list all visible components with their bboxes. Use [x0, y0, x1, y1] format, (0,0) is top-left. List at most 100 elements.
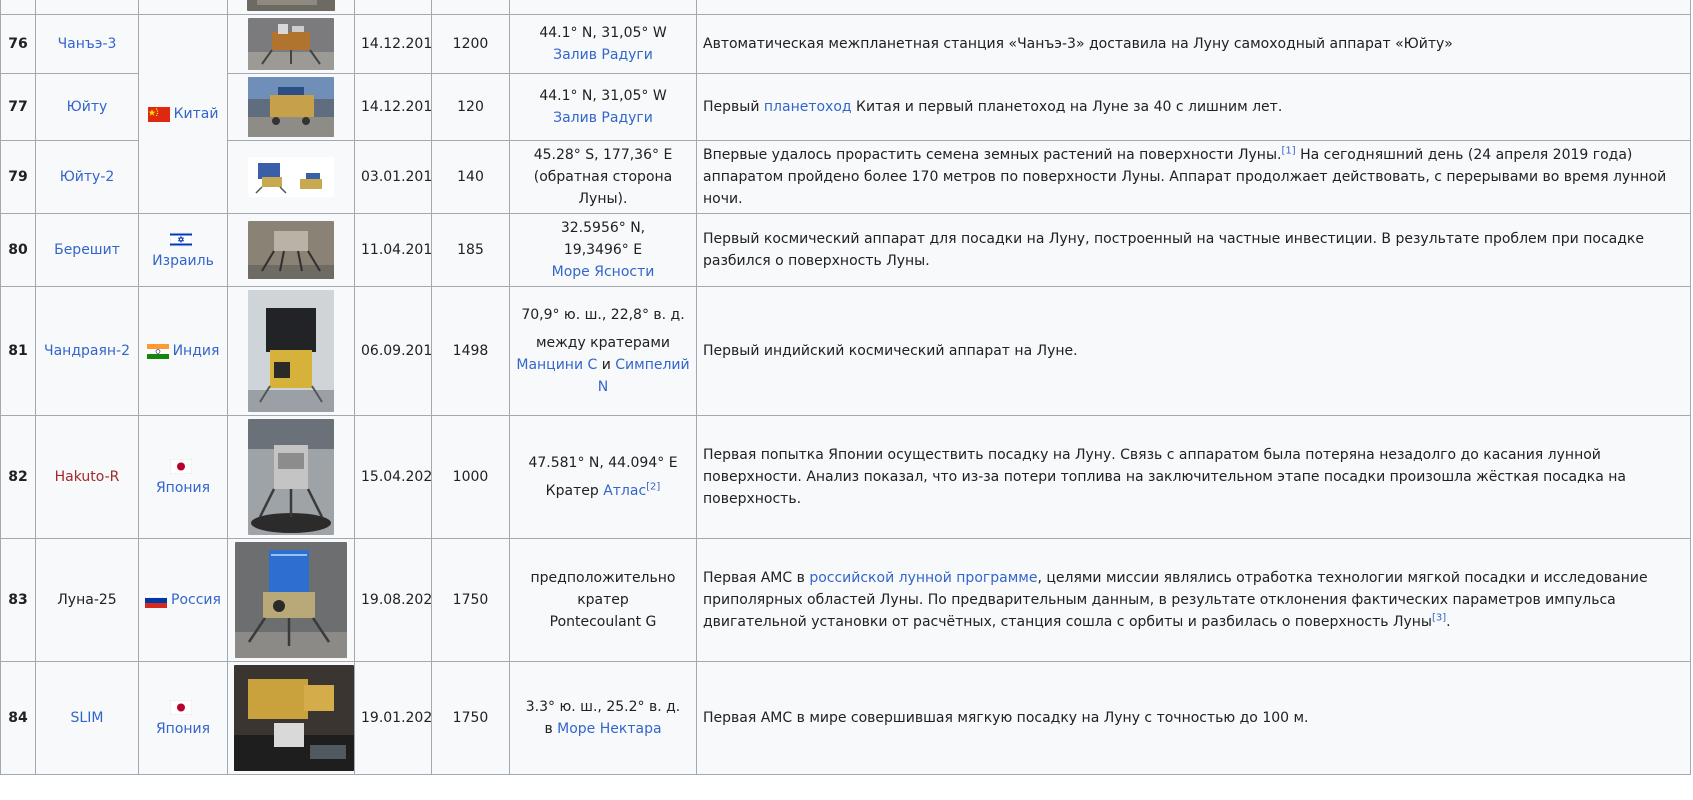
mission-image-cell: [227, 415, 355, 539]
launch-date: 03.01.2019: [354, 140, 432, 214]
launch-date: 14.12.2013: [354, 14, 432, 74]
mission-name-cell: Луна-25: [35, 538, 139, 662]
mission-name-cell: Юйту: [35, 73, 139, 141]
mission-photo[interactable]: [234, 665, 354, 771]
mission-image-cell: [227, 661, 355, 775]
mission-photo[interactable]: [248, 221, 334, 279]
place-link-sinus-iridum[interactable]: Залив Радуги: [553, 110, 653, 126]
mission-photo[interactable]: [248, 77, 334, 137]
table-row: 84 SLIM Япония 19.01.2024 1750 3.3° ю. ш…: [0, 661, 1691, 775]
mission-photo[interactable]: [248, 18, 334, 70]
china-flag-icon: [147, 106, 170, 122]
row-number: 80: [0, 213, 36, 287]
landing-coordinates: предположительно кратер Pontecoulant G: [509, 538, 697, 662]
mission-link-beresheet[interactable]: Берешит: [54, 242, 120, 258]
mission-photo[interactable]: [248, 419, 334, 535]
mission-name-cell: Берешит: [35, 213, 139, 287]
india-flag-icon: [146, 343, 169, 359]
mission-description: Первая АМС в российской лунной программе…: [696, 538, 1691, 662]
israel-flag-icon: [170, 231, 192, 247]
country-link-india[interactable]: Индия: [173, 343, 220, 359]
mission-description: Первый индийский космический аппарат на …: [696, 286, 1691, 416]
mission-description: Первая попытка Японии осуществить посадк…: [696, 415, 1691, 539]
row-number: 82: [0, 415, 36, 539]
mission-image-cell: [227, 14, 355, 74]
launch-date: 06.09.2019: [354, 286, 432, 416]
country-link-japan[interactable]: Япония: [156, 480, 210, 496]
row-number: 81: [0, 286, 36, 416]
place-link-atlas-crater[interactable]: Атлас: [603, 483, 646, 499]
mission-link-slim[interactable]: SLIM: [71, 710, 104, 726]
landing-coordinates: 70,9° ю. ш., 22,8° в. д. между кратерами…: [509, 286, 697, 416]
row-number: 77: [0, 73, 36, 141]
row-number: 84: [0, 661, 36, 775]
mission-description: Первый планетоход Китая и первый плането…: [696, 73, 1691, 141]
mission-image-cell: [227, 286, 355, 416]
mission-photo[interactable]: [235, 542, 347, 658]
mass-kg: 120: [431, 73, 510, 141]
japan-flag-icon: [170, 699, 192, 715]
mission-link-hakuto-r[interactable]: Hakuto-R: [55, 469, 120, 485]
place-link-manzinus-c[interactable]: Манцини C: [516, 357, 597, 373]
landing-coordinates: 32.5956° N, 19,3496° E Море Ясности: [509, 213, 697, 287]
mass-kg: 1498: [431, 286, 510, 416]
country-cell: Япония: [138, 661, 228, 775]
mission-image-cell: [227, 538, 355, 662]
mission-name-cell: Юйту-2: [35, 140, 139, 214]
mission-link-yutu2[interactable]: Юйту-2: [60, 169, 115, 185]
row-number: 76: [0, 14, 36, 74]
country-cell: Индия: [138, 286, 228, 416]
launch-date: 11.04.2019: [354, 213, 432, 287]
landing-coordinates: 45.28° S, 177,36° E (обратная сторона Лу…: [509, 140, 697, 214]
landing-coordinates: 47.581° N, 44.094° E Кратер Атлас[2]: [509, 415, 697, 539]
landing-coordinates: 44.1° N, 31,05° W Залив Радуги: [509, 73, 697, 141]
mission-link-change3[interactable]: Чанъэ-3: [58, 36, 117, 52]
country-link-israel[interactable]: Израиль: [152, 253, 214, 269]
russian-lunar-program-link[interactable]: российской лунной программе: [809, 570, 1037, 586]
mass-kg: 1200: [431, 14, 510, 74]
mission-name-cell: Hakuto-R: [35, 415, 139, 539]
mission-link-yutu[interactable]: Юйту: [67, 99, 108, 115]
rover-link[interactable]: планетоход: [764, 99, 852, 115]
row-number: 83: [0, 538, 36, 662]
country-link-russia[interactable]: Россия: [171, 592, 221, 608]
reference-link[interactable]: [1]: [1281, 145, 1295, 156]
mission-photo[interactable]: [248, 290, 334, 412]
country-cell: Япония: [138, 415, 228, 539]
table-row: 77 Юйту 14.12.2013 120 44.1° N, 31,05° W…: [0, 73, 1691, 141]
mission-photo[interactable]: [248, 157, 334, 197]
mission-description: Автоматическая межпланетная станция «Чан…: [696, 14, 1691, 74]
mission-link-chandrayaan2[interactable]: Чандраян-2: [44, 343, 130, 359]
table-row: 81 Чандраян-2 Индия 06.09.2019: [0, 286, 1691, 416]
landing-coordinates: 3.3° ю. ш., 25.2° в. д. в Море Нектара: [509, 661, 697, 775]
mission-image-cell: [227, 213, 355, 287]
country-link-japan[interactable]: Япония: [156, 721, 210, 737]
country-link-china[interactable]: Китай: [174, 106, 219, 122]
mission-description: Впервые удалось прорастить семена земных…: [696, 140, 1691, 214]
table-row: 83 Луна-25 Россия 19.08.202 1750 предпол…: [0, 538, 1691, 662]
reference-link[interactable]: [3]: [1432, 612, 1446, 623]
table-row: 76 Чанъэ-3 Китай 14.12.201 1200 44.1° N,…: [0, 14, 1691, 214]
country-cell: Россия: [138, 538, 228, 662]
landing-coordinates: 44.1° N, 31,05° W Залив Радуги: [509, 14, 697, 74]
table-row: 82 Hakuto-R Япония 15.04.2023 1000: [0, 415, 1691, 539]
russia-flag-icon: [145, 592, 168, 608]
row-number: 79: [0, 140, 36, 214]
reference-link[interactable]: [2]: [646, 481, 660, 492]
mass-kg: 1000: [431, 415, 510, 539]
mission-name-luna25: Луна-25: [57, 592, 117, 608]
mass-kg: 185: [431, 213, 510, 287]
mission-photo[interactable]: [247, 0, 335, 11]
mission-name-cell: SLIM: [35, 661, 139, 775]
mass-kg: 1750: [431, 538, 510, 662]
place-link-sinus-iridum[interactable]: Залив Радуги: [553, 47, 653, 63]
mission-description: Первая АМС в мире совершившая мягкую пос…: [696, 661, 1691, 775]
table-row: [0, 0, 1691, 15]
country-cell: Израиль: [138, 213, 228, 287]
country-cell: Китай: [138, 14, 228, 214]
mission-name-cell: Чандраян-2: [35, 286, 139, 416]
place-link-mare-nectaris[interactable]: Море Нектара: [557, 721, 661, 737]
mission-image-cell: [227, 0, 355, 15]
launch-date: 15.04.2023: [354, 415, 432, 539]
place-link-mare-serenitatis[interactable]: Море Ясности: [552, 264, 655, 280]
